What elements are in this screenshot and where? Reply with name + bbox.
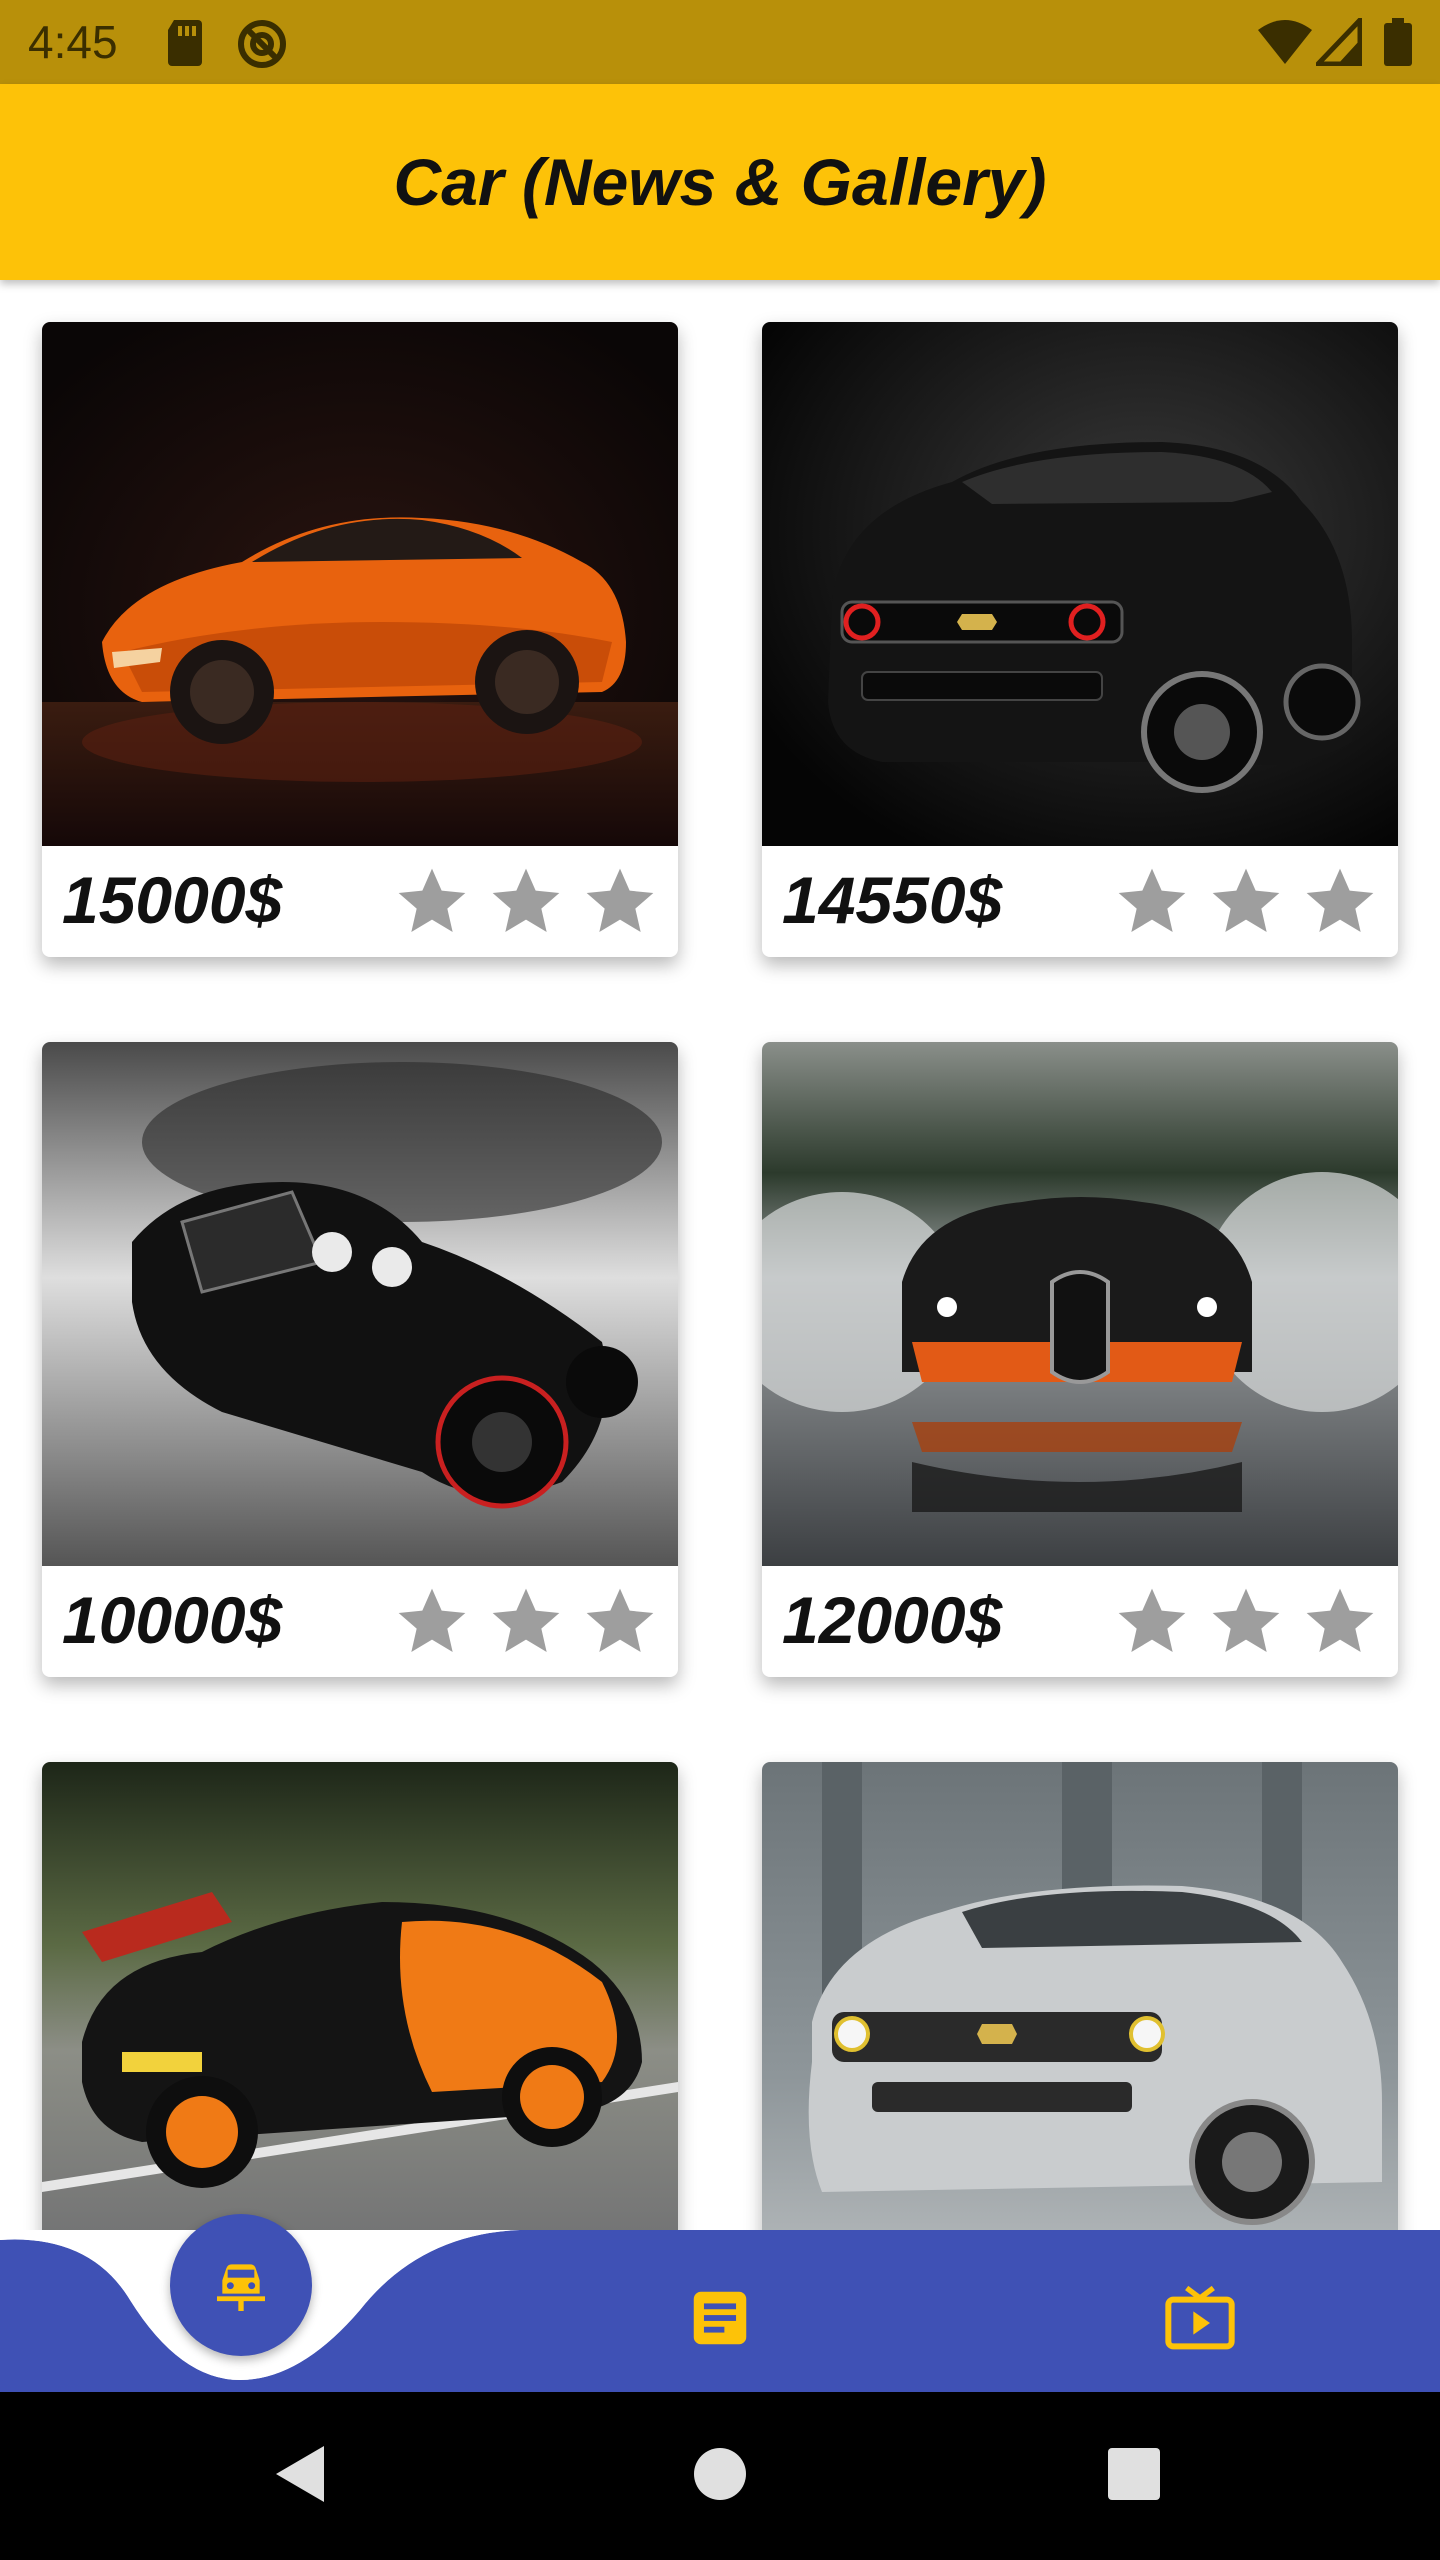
star-icon[interactable]	[1300, 1582, 1380, 1662]
car-icon	[209, 2251, 273, 2320]
star-icon[interactable]	[1112, 1582, 1192, 1662]
star-icon[interactable]	[1206, 1582, 1286, 1662]
home-icon	[692, 2446, 748, 2507]
car-image[interactable]	[762, 1042, 1398, 1566]
rating-stars[interactable]	[1112, 852, 1380, 952]
car-card[interactable]	[762, 1762, 1398, 2230]
star-icon[interactable]	[392, 1582, 472, 1662]
car-card[interactable]: 15000$	[42, 322, 678, 957]
star-icon[interactable]	[1300, 862, 1380, 942]
sd-card-icon	[166, 18, 204, 71]
recents-icon	[1107, 2447, 1161, 2506]
bottom-navigation	[0, 2214, 1440, 2392]
status-bar: 4:45	[0, 0, 1440, 84]
car-price: 12000$	[782, 1583, 1003, 1657]
signal-icon	[1312, 13, 1363, 71]
rating-stars[interactable]	[1112, 1572, 1380, 1672]
star-icon[interactable]	[580, 1582, 660, 1662]
star-icon[interactable]	[392, 862, 472, 942]
system-navigation-bar	[0, 2392, 1440, 2560]
tv-icon	[1160, 2278, 1240, 2363]
rating-stars[interactable]	[392, 852, 660, 952]
car-image[interactable]	[42, 1762, 678, 2230]
car-price: 10000$	[62, 1583, 283, 1657]
star-icon[interactable]	[486, 1582, 566, 1662]
star-icon[interactable]	[580, 862, 660, 942]
star-icon[interactable]	[1206, 862, 1286, 942]
home-button[interactable]	[680, 2436, 760, 2516]
nav-item-news[interactable]	[670, 2270, 770, 2370]
battery-icon	[1384, 18, 1412, 71]
car-card[interactable]: 12000$	[762, 1042, 1398, 1677]
news-icon	[685, 2283, 755, 2358]
nav-item-cars[interactable]	[170, 2214, 312, 2356]
wifi-icon	[1256, 18, 1314, 71]
car-image[interactable]	[42, 1042, 678, 1566]
recents-button[interactable]	[1094, 2436, 1174, 2516]
back-icon	[270, 2442, 330, 2511]
car-card[interactable]	[42, 1762, 678, 2230]
nav-item-videos[interactable]	[1150, 2270, 1250, 2370]
rating-stars[interactable]	[392, 1572, 660, 1672]
app-bar: Car (News & Gallery)	[0, 84, 1440, 280]
car-price: 15000$	[62, 863, 283, 937]
status-time: 4:45	[28, 16, 118, 68]
star-icon[interactable]	[486, 862, 566, 942]
car-card[interactable]: 14550$	[762, 322, 1398, 957]
car-grid[interactable]: 15000$ 14550$ 10000$ 12000$	[0, 280, 1440, 2230]
page-title: Car (News & Gallery)	[393, 145, 1047, 219]
star-icon[interactable]	[1112, 862, 1192, 942]
back-button[interactable]	[260, 2436, 340, 2516]
sync-disabled-icon	[236, 18, 288, 75]
car-image[interactable]	[762, 1762, 1398, 2230]
car-price: 14550$	[782, 863, 1003, 937]
car-image[interactable]	[42, 322, 678, 846]
car-card[interactable]: 10000$	[42, 1042, 678, 1677]
car-image[interactable]	[762, 322, 1398, 846]
